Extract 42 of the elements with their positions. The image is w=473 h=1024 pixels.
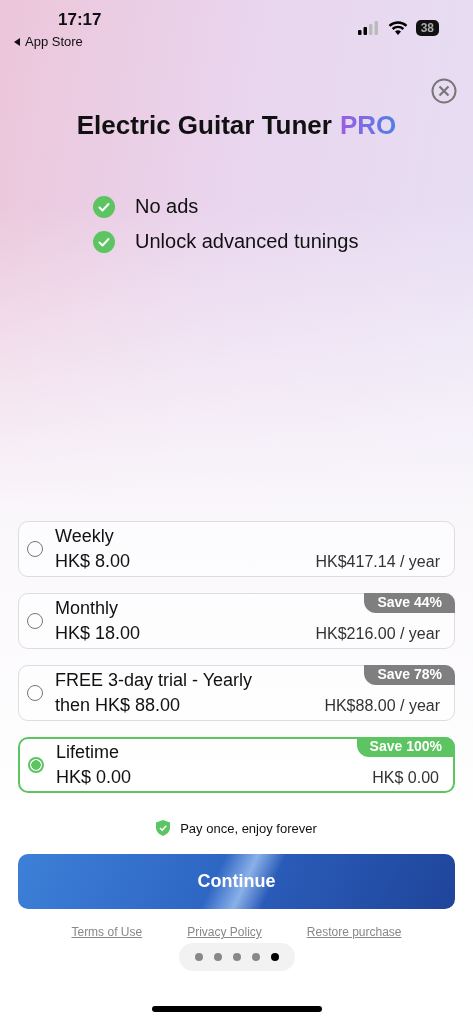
page-dot[interactable] xyxy=(251,953,260,961)
page-dot[interactable] xyxy=(194,953,203,961)
radio-button[interactable] xyxy=(28,757,44,773)
yearly-price: HK$88.00 / year xyxy=(324,697,440,715)
status-time: 17:17 xyxy=(58,10,102,30)
footer-link[interactable]: Privacy Policy xyxy=(187,925,262,939)
feature-text: No ads xyxy=(135,195,199,218)
savings-badge: Save 44% xyxy=(364,593,455,613)
wifi-icon xyxy=(387,21,408,35)
yearly-price: HK$417.14 / year xyxy=(315,553,440,571)
yearly-price: HK$ 0.00 xyxy=(372,769,439,787)
app-title: Electric Guitar Tuner xyxy=(76,110,332,141)
plan-name: Lifetime xyxy=(56,742,120,763)
plan-price: HK$ 0.00 xyxy=(56,767,132,788)
signal-icon xyxy=(357,21,380,35)
note-text: Pay once, enjoy forever xyxy=(180,820,317,836)
shield-check-icon xyxy=(156,820,171,836)
page-dot[interactable] xyxy=(270,953,279,961)
plan-name: Weekly xyxy=(55,526,114,547)
check-circle-icon xyxy=(93,230,115,253)
plan-option[interactable]: FREE 3-day trial - Yearly Save 78% then HK$ 88.00 HK$88.00 / year xyxy=(18,665,455,721)
page-dot[interactable] xyxy=(213,953,222,961)
continue-button[interactable]: Continue xyxy=(18,854,455,909)
savings-badge: Save 78% xyxy=(364,665,455,685)
page-dot[interactable] xyxy=(232,953,241,961)
savings-badge: Save 100% xyxy=(356,737,455,757)
footer-link[interactable]: Restore purchase xyxy=(306,925,402,939)
plan-option[interactable]: Lifetime Save 100% HK$ 0.00 HK$ 0.00 xyxy=(18,737,455,793)
plan-option[interactable]: Weekly HK$ 8.00 HK$417.14 / year xyxy=(18,521,455,577)
footer-link[interactable]: Terms of Use xyxy=(71,925,143,939)
battery-indicator: 38 xyxy=(415,20,439,36)
plan-price: HK$ 18.00 xyxy=(55,623,141,644)
yearly-price: HK$216.00 / year xyxy=(315,625,440,643)
plan-price: HK$ 8.00 xyxy=(55,551,131,572)
back-to-app-link[interactable]: App Store xyxy=(14,34,102,49)
close-button[interactable] xyxy=(431,78,457,104)
plan-name: FREE 3-day trial - Yearly xyxy=(55,670,253,691)
check-circle-icon xyxy=(93,195,115,218)
plan-option[interactable]: Monthly Save 44% HK$ 18.00 HK$216.00 / year xyxy=(18,593,455,649)
plan-price: then HK$ 88.00 xyxy=(55,695,181,716)
plan-name: Monthly xyxy=(55,598,119,619)
feature-text: Unlock advanced tunings xyxy=(135,230,359,253)
